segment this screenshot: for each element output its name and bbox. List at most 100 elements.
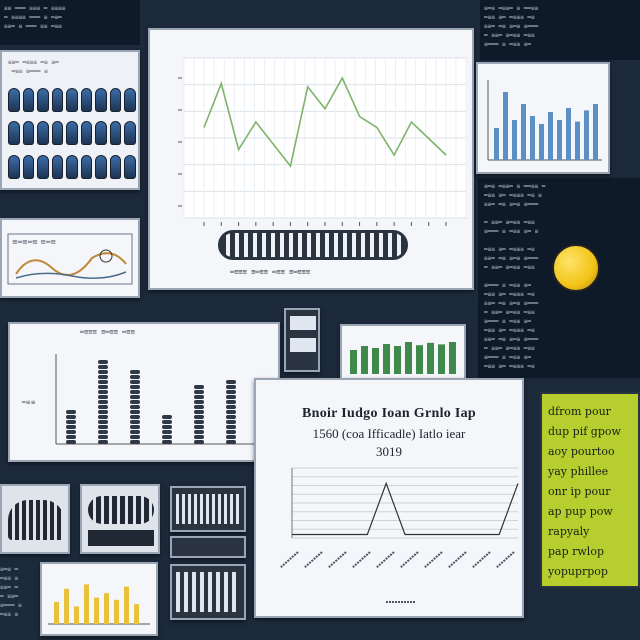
x-tick-label bbox=[351, 551, 371, 569]
sketch-graphic: ≡═≡═≡ ≡═≡ bbox=[7, 233, 133, 285]
bar bbox=[194, 440, 204, 444]
y-axis-label: ═≡≡ bbox=[21, 399, 36, 406]
x-tick-label bbox=[399, 551, 419, 569]
x-tick-label bbox=[423, 551, 443, 569]
bar bbox=[98, 370, 108, 374]
bar bbox=[64, 588, 69, 624]
bar bbox=[130, 385, 140, 389]
key-tile bbox=[22, 88, 35, 112]
bar bbox=[226, 390, 236, 394]
bar bbox=[162, 425, 172, 429]
key-tile bbox=[66, 154, 78, 179]
sticky-note: dfrom pour dup pif gpow aoy pourtoo yay phi… bbox=[540, 392, 640, 588]
bar bbox=[394, 346, 401, 374]
sticky-note-line: yay phillee bbox=[548, 465, 609, 478]
bar bbox=[194, 415, 204, 419]
bar bbox=[66, 420, 76, 424]
bar bbox=[449, 342, 456, 374]
bar bbox=[162, 415, 172, 419]
key-tile bbox=[51, 88, 64, 112]
bar bbox=[94, 597, 99, 624]
bar bbox=[130, 430, 140, 434]
key-tile bbox=[37, 121, 49, 146]
bar bbox=[66, 440, 76, 444]
pill-caption: ═≡≡≡ ≡═≡≡ ═≡≡ ≡═≡≡≡ bbox=[230, 268, 311, 276]
bar bbox=[226, 405, 236, 409]
bar bbox=[130, 425, 140, 429]
thumb-card-4 bbox=[170, 536, 246, 558]
yellow-bar-chart-card bbox=[40, 562, 158, 636]
bar bbox=[130, 420, 140, 424]
bar bbox=[114, 599, 119, 624]
bar bbox=[104, 593, 109, 624]
bar bbox=[548, 112, 553, 160]
key-tile bbox=[124, 121, 136, 146]
key-tile bbox=[95, 121, 107, 146]
bar bbox=[584, 110, 589, 160]
bar bbox=[98, 390, 108, 394]
left-bar-chart: ═≡≡ bbox=[21, 354, 260, 445]
scribble-text-right: ≡═≡ ═≡≡═ ≡ ══≡≡ ═≡≡ ≡═ ═≡≡≡ ═≡ ≡≡═ ═≡ ≡═… bbox=[484, 5, 539, 48]
bar bbox=[66, 435, 76, 439]
bar bbox=[98, 360, 108, 364]
icon-grid-card: ≡≡═ ═≡≡≡ ═≡ ≡═ ═≡≡ ≡═══ ≡ bbox=[0, 50, 140, 190]
key-tile bbox=[37, 88, 49, 112]
key-tile bbox=[22, 154, 35, 179]
bar bbox=[130, 380, 140, 384]
bar bbox=[98, 385, 108, 389]
bar bbox=[226, 380, 236, 384]
x-tick-label bbox=[447, 551, 467, 569]
thumb-card-1 bbox=[0, 484, 70, 554]
bar bbox=[530, 116, 535, 160]
bar bbox=[361, 346, 368, 374]
top-right-bar-card bbox=[476, 62, 610, 174]
green-bar-chart-card bbox=[340, 324, 466, 380]
bar bbox=[162, 420, 172, 424]
bar bbox=[54, 602, 59, 624]
bar bbox=[194, 410, 204, 414]
bar bbox=[226, 420, 236, 424]
bar bbox=[66, 425, 76, 429]
main-line-chart bbox=[178, 57, 467, 226]
bar bbox=[66, 430, 76, 434]
bar bbox=[98, 395, 108, 399]
bar bbox=[98, 375, 108, 379]
key-tile bbox=[66, 121, 78, 146]
key-grid bbox=[8, 88, 136, 184]
bar bbox=[130, 410, 140, 414]
bar bbox=[226, 425, 236, 429]
x-tick-label bbox=[375, 551, 395, 569]
bar bbox=[130, 390, 140, 394]
x-tick-label bbox=[279, 551, 299, 569]
bar bbox=[593, 104, 598, 160]
bottom-chart-title-2: 1560 (coa Ifficadle) Iatlo iear bbox=[312, 426, 466, 441]
bar bbox=[405, 342, 412, 374]
bar bbox=[194, 425, 204, 429]
bar bbox=[98, 380, 108, 384]
key-tile bbox=[80, 154, 93, 179]
bar bbox=[226, 385, 236, 389]
left-bar-chart-card: ═≡≡≡ ≡═≡≡ ═≡≡ ═≡≡ bbox=[8, 322, 280, 462]
key-tile bbox=[8, 88, 20, 112]
yellow-bar-chart bbox=[48, 584, 150, 625]
bar bbox=[226, 435, 236, 439]
bar bbox=[134, 604, 139, 624]
bar bbox=[130, 370, 140, 374]
bar bbox=[162, 430, 172, 434]
bar bbox=[226, 430, 236, 434]
bar bbox=[98, 425, 108, 429]
pill-slider[interactable] bbox=[218, 230, 408, 260]
bar bbox=[372, 348, 379, 374]
key-tile bbox=[51, 154, 64, 179]
bar bbox=[566, 108, 571, 160]
svg-text:≡═≡═≡ ≡═≡: ≡═≡═≡ ≡═≡ bbox=[12, 238, 56, 246]
bar bbox=[162, 435, 172, 439]
bottom-line-chart bbox=[279, 467, 519, 603]
bar bbox=[416, 345, 423, 374]
key-tile bbox=[109, 121, 122, 146]
thumb-card-5 bbox=[170, 564, 246, 620]
bar bbox=[194, 420, 204, 424]
key-tile bbox=[66, 88, 78, 112]
bar bbox=[512, 120, 517, 160]
key-tile bbox=[80, 88, 93, 112]
